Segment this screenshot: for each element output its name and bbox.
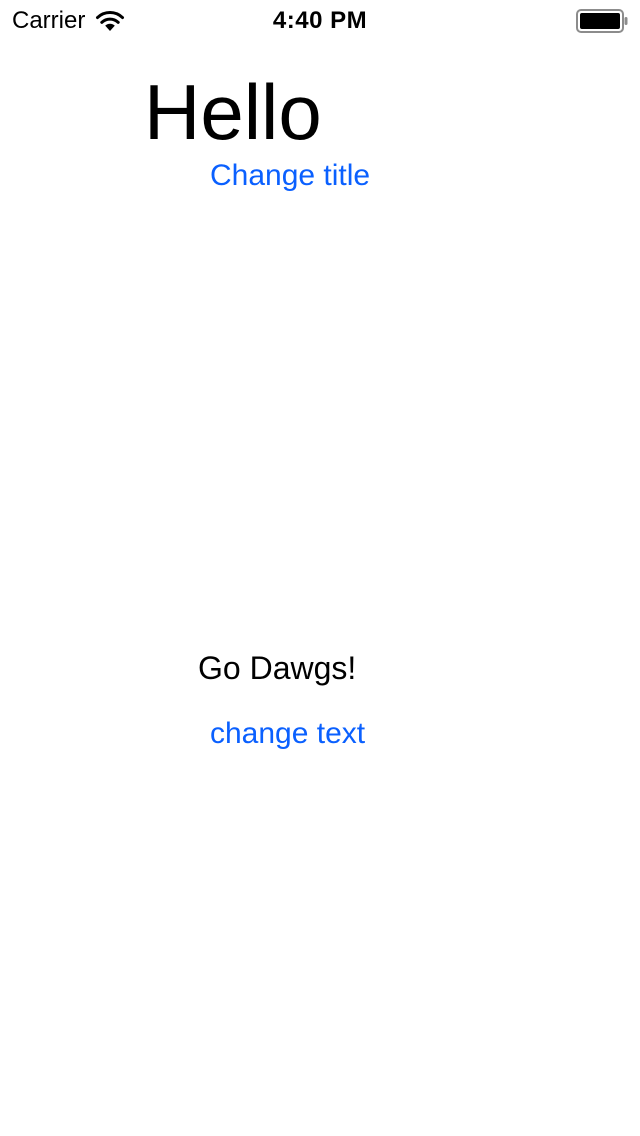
- title-label: Hello: [144, 68, 322, 156]
- status-time: 4:40 PM: [272, 7, 368, 34]
- body-text-label: Go Dawgs!: [198, 650, 357, 686]
- battery-icon: [576, 9, 628, 33]
- change-text-button[interactable]: change text: [210, 716, 365, 752]
- change-title-button[interactable]: Change title: [210, 158, 370, 194]
- status-bar: Carrier 4:40 PM: [0, 0, 640, 40]
